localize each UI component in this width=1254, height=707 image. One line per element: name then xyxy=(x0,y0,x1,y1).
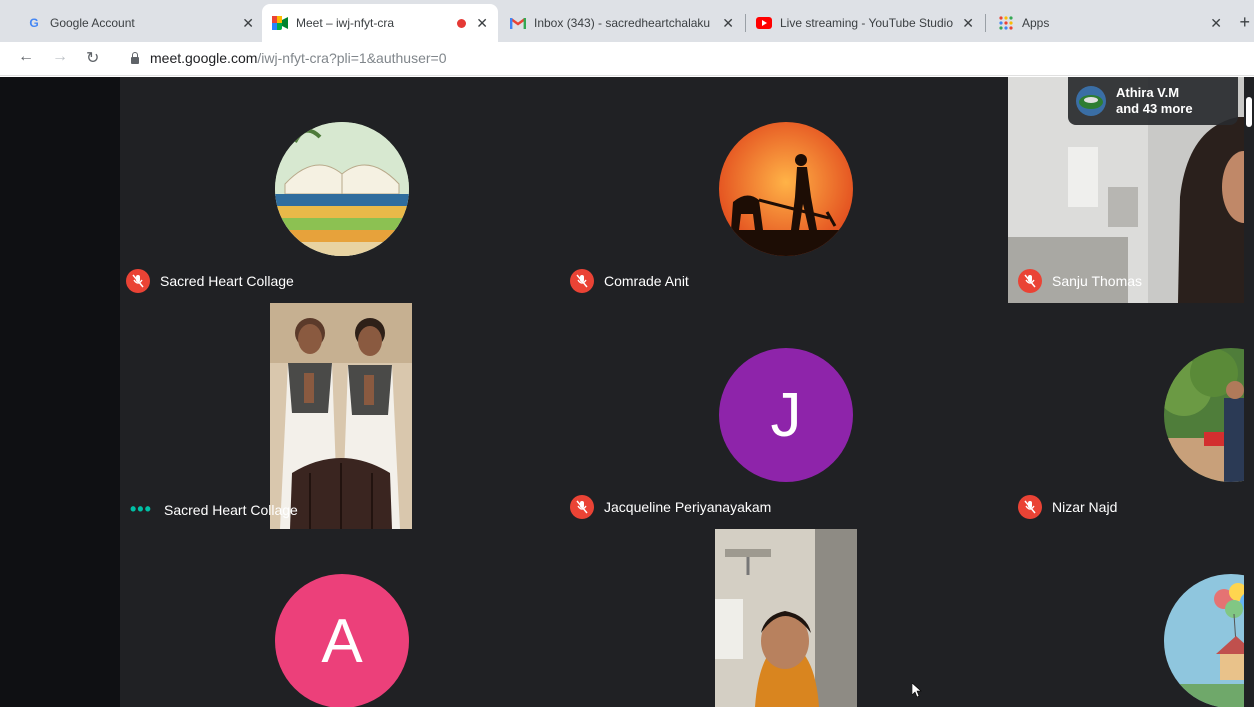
url-path: /iwj-nfyt-cra?pli=1&authuser=0 xyxy=(257,50,447,66)
tab-title: Inbox (343) - sacredheartchalaku xyxy=(534,16,711,30)
address-bar: ← → ↻ meet.google.com/iwj-nfyt-cra?pli=1… xyxy=(0,42,1254,76)
tab-google-account[interactable]: G Google Account ✕ xyxy=(16,4,264,42)
participant-name-tag: Nizar Najd xyxy=(1018,495,1117,519)
left-panel xyxy=(0,77,120,707)
mic-off-icon xyxy=(570,269,594,293)
back-arrow-icon[interactable]: ← xyxy=(18,48,34,66)
badge-participant-name: Athira V.M xyxy=(1116,85,1180,100)
garden-photo-image xyxy=(1164,348,1254,482)
participant-name-tag: ••• Sacred Heart Collage xyxy=(130,499,298,520)
balloon-house-image xyxy=(1164,574,1254,707)
participant-avatar xyxy=(275,122,409,256)
close-icon[interactable]: ✕ xyxy=(722,15,734,32)
tab-separator xyxy=(985,14,986,32)
participant-avatar xyxy=(719,122,853,256)
participant-name: Sacred Heart Collage xyxy=(160,273,294,289)
mic-off-icon xyxy=(1018,495,1042,519)
participant-name-tag: Comrade Anit xyxy=(570,269,689,293)
participant-tile[interactable]: J Jacqueline Periyanayakam xyxy=(564,303,1008,529)
participant-name: Sanju Thomas xyxy=(1052,273,1143,289)
participant-tile[interactable]: ••• Sacred Heart Collage xyxy=(120,303,564,529)
close-icon[interactable]: ✕ xyxy=(1210,15,1222,32)
tab-strip: G Google Account ✕ Meet – iwj-nfyt-cra ✕ xyxy=(0,0,1254,42)
tab-youtube-studio[interactable]: Live streaming - YouTube Studio ✕ xyxy=(746,4,984,42)
tab-title: Apps xyxy=(1022,16,1050,30)
participant-tile[interactable]: A xyxy=(120,529,564,707)
meet-icon xyxy=(272,15,288,31)
tab-title: Google Account xyxy=(50,16,135,30)
participant-avatar: A xyxy=(275,574,409,707)
participant-name: Jacqueline Periyanayakam xyxy=(604,499,772,515)
scrollbar[interactable] xyxy=(1244,77,1254,707)
tab-title: Live streaming - YouTube Studio xyxy=(780,16,953,30)
participant-tile[interactable] xyxy=(564,529,1008,707)
tab-meet[interactable]: Meet – iwj-nfyt-cra ✕ xyxy=(262,4,498,42)
participant-avatar xyxy=(1164,574,1254,707)
gmail-icon xyxy=(510,15,526,31)
tab-apps[interactable]: Apps ✕ xyxy=(988,4,1232,42)
new-tab-icon[interactable]: + xyxy=(1239,12,1250,33)
participant-tile[interactable]: Nizar Najd xyxy=(1008,303,1254,529)
participant-name-tag: Sanju Thomas xyxy=(1018,269,1142,293)
avatar-initial: J xyxy=(770,380,802,450)
url-field[interactable]: meet.google.com/iwj-nfyt-cra?pli=1&authu… xyxy=(130,50,447,66)
speaking-indicator-icon: ••• xyxy=(130,499,152,519)
lock-icon xyxy=(130,52,140,64)
participant-name: Comrade Anit xyxy=(604,273,689,289)
badge-participant-more: and 43 more xyxy=(1116,101,1193,116)
browser-window: G Google Account ✕ Meet – iwj-nfyt-cra ✕ xyxy=(0,0,1254,707)
close-icon[interactable]: ✕ xyxy=(242,15,254,32)
participant-tile[interactable]: Sacred Heart Collage xyxy=(120,77,564,303)
close-icon[interactable]: ✕ xyxy=(962,15,974,32)
participants-badge[interactable]: Athira V.M and 43 more xyxy=(1068,77,1238,125)
mouse-cursor-icon xyxy=(911,682,922,702)
participant-name-tag: Jacqueline Periyanayakam xyxy=(570,495,771,519)
participant-name: Nizar Najd xyxy=(1052,499,1118,515)
close-icon[interactable]: ✕ xyxy=(476,15,488,32)
avatar-initial: A xyxy=(321,606,363,676)
tab-title: Meet – iwj-nfyt-cra xyxy=(296,16,395,30)
participant-video xyxy=(715,529,857,707)
youtube-icon xyxy=(756,15,772,31)
url-host: meet.google.com xyxy=(150,50,258,66)
tab-gmail[interactable]: Inbox (343) - sacredheartchalaku ✕ xyxy=(500,4,744,42)
participant-avatar: J xyxy=(719,348,853,482)
mic-off-icon xyxy=(570,495,594,519)
reload-icon[interactable]: ↻ xyxy=(86,48,99,68)
participant-name-tag: Sacred Heart Collage xyxy=(126,269,294,293)
participant-mini-avatar xyxy=(1076,86,1106,116)
participant-name: Sacred Heart Collage xyxy=(164,501,298,518)
participant-tile[interactable]: Comrade Anit xyxy=(564,77,1008,303)
farmer-silhouette-image xyxy=(719,122,853,256)
mic-off-icon xyxy=(126,269,150,293)
participant-avatar xyxy=(1164,348,1254,482)
participant-video xyxy=(270,303,412,529)
meet-stage: Sacred Heart Collage Comrade Anit Sanju … xyxy=(0,77,1254,707)
apps-grid-icon xyxy=(998,15,1014,31)
participant-tile[interactable] xyxy=(1008,529,1254,707)
mic-off-icon xyxy=(1018,269,1042,293)
recording-indicator-icon xyxy=(457,18,467,28)
books-image xyxy=(275,122,409,256)
google-g-icon: G xyxy=(29,16,39,30)
scrollbar-thumb[interactable] xyxy=(1246,97,1252,127)
forward-arrow-icon[interactable]: → xyxy=(52,48,68,66)
